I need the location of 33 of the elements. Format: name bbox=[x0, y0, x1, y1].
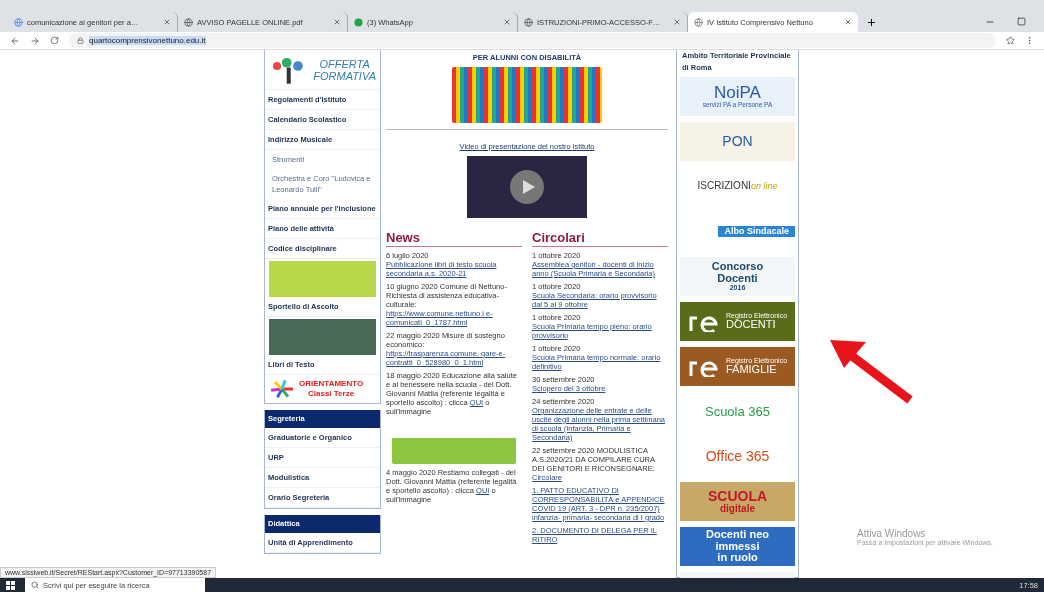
new-tab-icon[interactable] bbox=[866, 16, 877, 28]
globe-icon bbox=[184, 17, 193, 27]
close-icon[interactable] bbox=[844, 18, 852, 26]
globe-icon bbox=[524, 17, 533, 27]
back-icon[interactable] bbox=[10, 35, 20, 46]
video-player[interactable] bbox=[467, 156, 587, 218]
play-icon[interactable] bbox=[509, 169, 545, 205]
reload-icon[interactable] bbox=[50, 36, 59, 45]
neo-banner[interactable]: Docenti neo immessi in ruolo bbox=[680, 527, 795, 566]
offerta-formativa-text: OFFERTA FORMATIVA bbox=[313, 57, 376, 82]
close-icon[interactable] bbox=[333, 18, 341, 26]
star-icon[interactable] bbox=[1006, 36, 1015, 45]
activation-title: Attiva Windows bbox=[857, 528, 927, 539]
offerta-formativa-logo[interactable]: OFFERTA FORMATIVA bbox=[265, 50, 380, 90]
orientamento-link[interactable]: ORIENTAMENTO Classi Terze bbox=[299, 379, 364, 399]
section-heading: Circolari bbox=[532, 230, 668, 247]
star-burst-icon bbox=[269, 378, 295, 400]
windows-start-icon[interactable] bbox=[6, 580, 15, 590]
close-icon[interactable] bbox=[163, 18, 171, 26]
globe-icon bbox=[14, 17, 23, 27]
menu-icon[interactable] bbox=[1025, 36, 1034, 45]
pon-banner[interactable]: PON bbox=[680, 122, 795, 161]
chat-icon bbox=[354, 17, 363, 27]
forward-icon[interactable] bbox=[30, 35, 40, 46]
maximize-icon[interactable] bbox=[1017, 17, 1026, 26]
close-icon[interactable] bbox=[503, 18, 511, 26]
lock-icon bbox=[77, 37, 84, 44]
section-heading: News bbox=[386, 230, 522, 247]
search-icon bbox=[31, 581, 39, 589]
address-bar[interactable]: quartocomprensivonettuno.edu.it bbox=[69, 33, 996, 48]
helpline-banner-drawing[interactable] bbox=[452, 67, 602, 123]
globe-icon bbox=[694, 17, 703, 27]
close-icon[interactable] bbox=[673, 18, 681, 26]
